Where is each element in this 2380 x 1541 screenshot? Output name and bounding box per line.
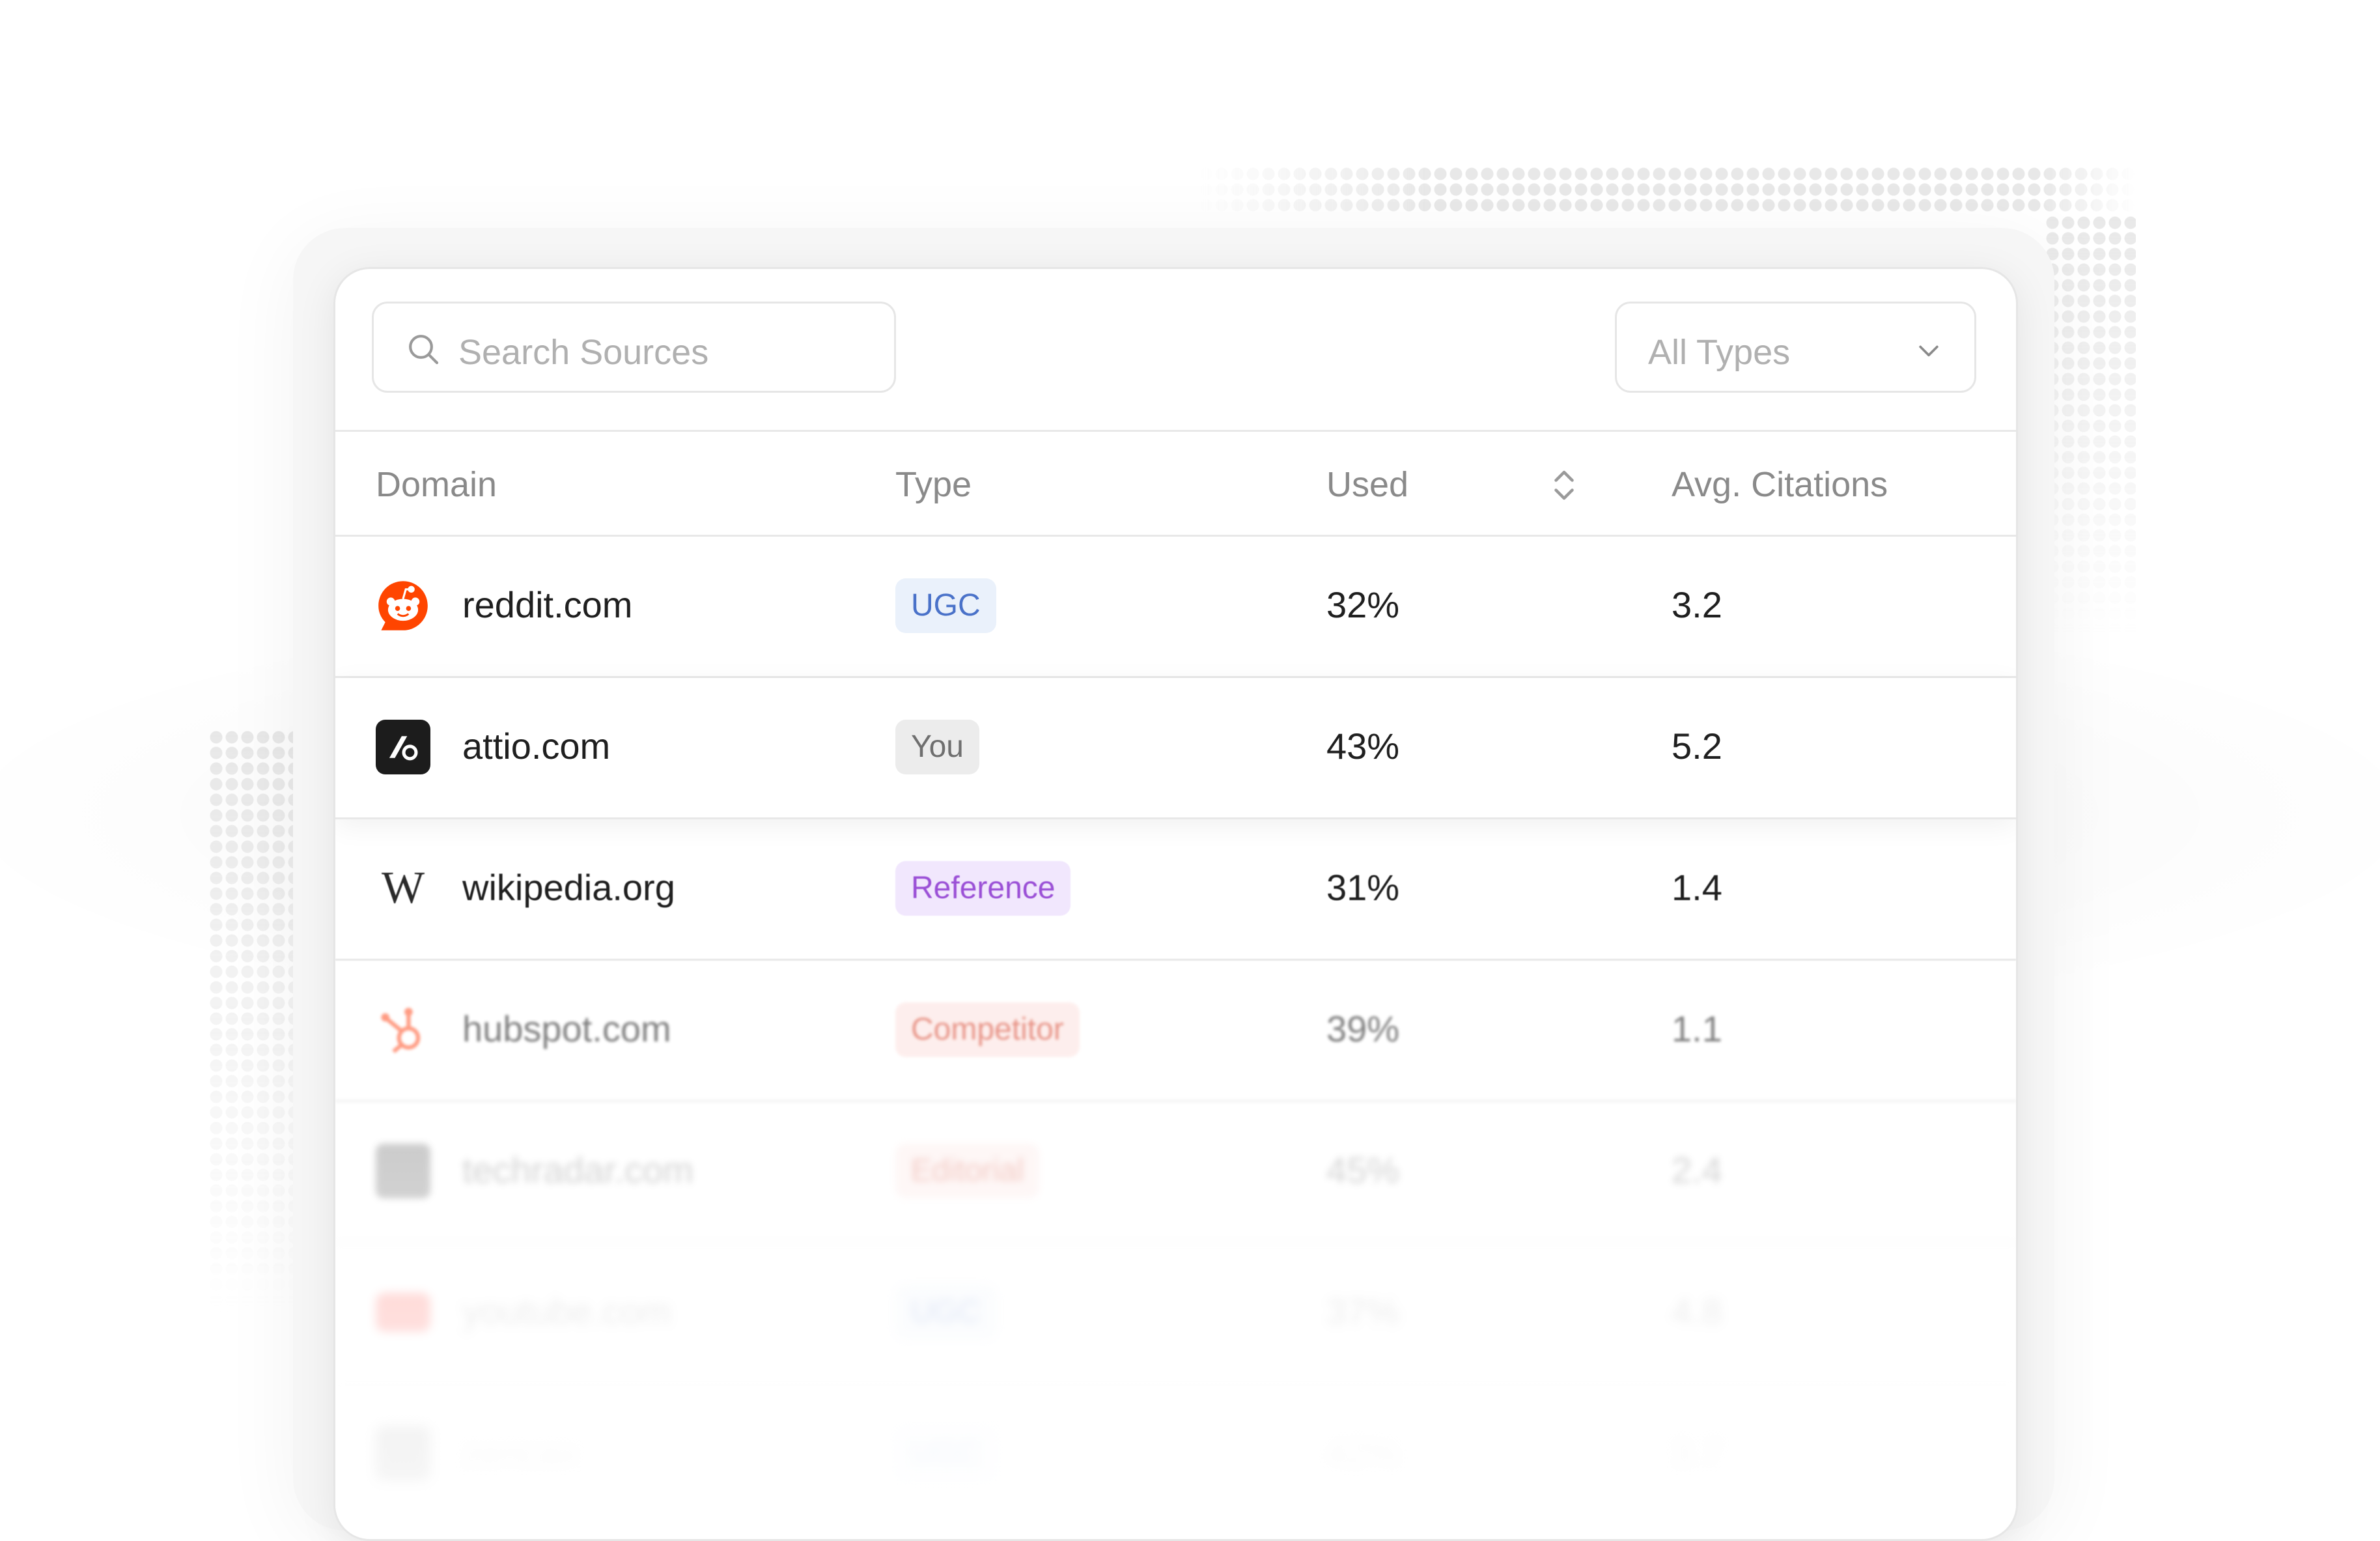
citations-value: 2.4 [1672,1150,1722,1191]
decorative-dot-grid [2045,215,2136,638]
reddit-icon [378,581,428,630]
table-row[interactable]: reddit.com UGC 32% 3.2 [335,537,2016,678]
table-row[interactable]: attio.com You 43% 5.2 [335,678,2016,819]
table-row[interactable]: techradar.com Editorial 45% 2.4 [335,1102,2016,1243]
toolbar: Search Sources All Types [335,269,2016,432]
used-value: 31% [1326,867,1400,908]
used-value: 45% [1326,1150,1400,1191]
column-header-used[interactable]: Used [1326,464,1408,505]
search-placeholder: Search Sources [458,333,709,372]
table-header: Domain Type Used Avg. Citations [335,432,2016,537]
table-row[interactable]: zencax UGC 42% 3.7 [335,1385,2016,1524]
domain-label[interactable]: wikipedia.org [462,866,675,909]
attio-icon [376,720,430,774]
used-value: 42% [1326,1432,1400,1473]
hubspot-icon [381,1008,421,1054]
type-filter-select[interactable]: All Types [1615,302,1976,393]
table-row[interactable]: hubspot.com Competitor 39% 1.1 [335,961,2016,1102]
citations-value: 3.2 [1672,584,1722,625]
type-badge: Reference [895,861,1071,916]
search-input[interactable]: Search Sources [372,302,896,393]
techradar-icon [376,1144,430,1198]
youtube-icon [376,1293,430,1332]
type-filter-value: All Types [1648,333,1791,372]
domain-label[interactable]: reddit.com [462,584,632,626]
used-value: 32% [1326,584,1400,625]
sort-icon[interactable] [1548,466,1580,505]
type-badge: UGC [895,1426,996,1481]
used-value: 39% [1326,1008,1400,1049]
sources-card: Search Sources All Types Domain Type Use… [333,267,2018,1541]
decorative-dot-grid [208,729,293,1316]
domain-label[interactable]: youtube.com [462,1290,671,1333]
citations-value: 1.1 [1672,1008,1722,1049]
used-value: 37% [1326,1291,1400,1332]
type-badge: You [895,720,979,774]
domain-label[interactable]: hubspot.com [462,1008,671,1050]
wikipedia-icon: W [381,863,425,913]
type-badge: Competitor [895,1002,1080,1057]
citations-value: 3.7 [1672,1432,1722,1473]
citations-value: 5.2 [1672,726,1722,767]
type-badge: UGC [895,1285,996,1340]
domain-label[interactable]: techradar.com [462,1149,693,1191]
type-badge: Editorial [895,1144,1040,1198]
site-icon [376,1426,430,1481]
domain-label[interactable]: attio.com [462,725,610,767]
column-header-domain[interactable]: Domain [376,464,497,505]
type-badge: UGC [895,578,996,633]
search-icon [409,335,439,365]
used-value: 43% [1326,726,1400,767]
chevron-down-icon [1919,345,1939,357]
column-header-avg-citations[interactable]: Avg. Citations [1672,464,1888,505]
table-row[interactable]: W wikipedia.org Reference 31% 1.4 [335,819,2016,961]
domain-label[interactable]: zencax [462,1432,578,1474]
decorative-dot-grid [1198,166,2136,212]
table-row[interactable]: youtube.com UGC 37% 4.8 [335,1243,2016,1385]
citations-value: 1.4 [1672,867,1722,908]
citations-value: 4.8 [1672,1291,1722,1332]
column-header-type[interactable]: Type [895,464,972,505]
